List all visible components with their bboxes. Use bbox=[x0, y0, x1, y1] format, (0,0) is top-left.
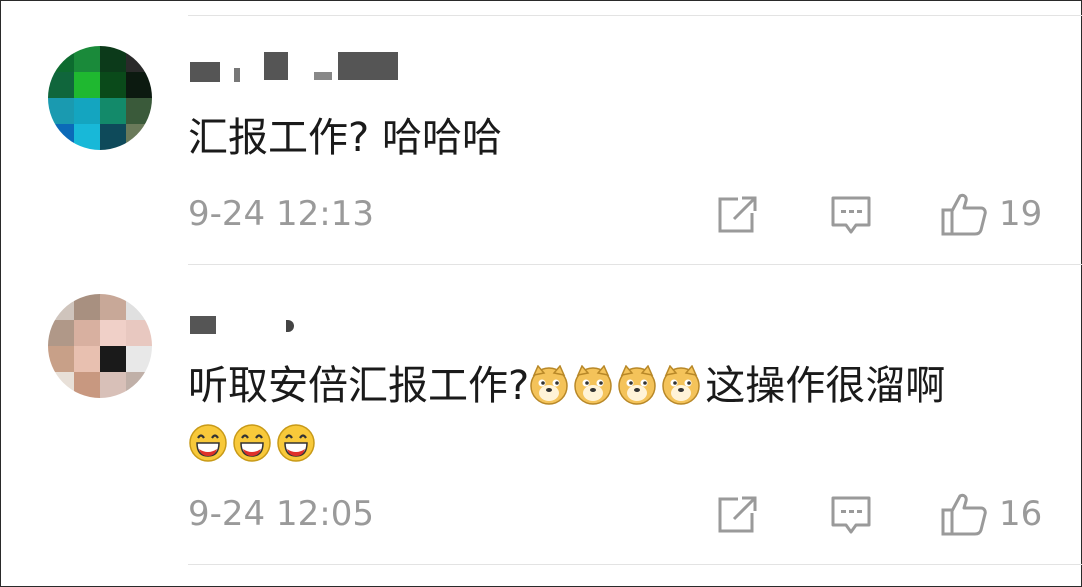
avatar-pixel bbox=[100, 320, 126, 346]
share-button[interactable] bbox=[716, 195, 758, 235]
laugh-emoji bbox=[277, 424, 315, 462]
avatar-pixel bbox=[74, 72, 100, 98]
avatar-pixel bbox=[48, 372, 74, 398]
avatar-pixel bbox=[74, 46, 100, 72]
comment-time: 9-24 12:13 bbox=[188, 194, 374, 234]
like-button[interactable]: 19 bbox=[941, 192, 1042, 236]
avatar-pixel bbox=[48, 320, 74, 346]
comment-text: 听取安倍汇报工作? 这操作很溜啊 bbox=[188, 358, 945, 414]
doge-emoji bbox=[530, 365, 568, 405]
avatar[interactable] bbox=[48, 46, 152, 150]
comment-button[interactable] bbox=[830, 195, 872, 237]
thumbs-up-icon bbox=[941, 493, 987, 536]
avatar-pixel bbox=[74, 98, 100, 124]
screenshot-frame bbox=[0, 0, 1082, 587]
divider-middle bbox=[188, 264, 1082, 265]
avatar-pixel bbox=[48, 294, 74, 320]
comment-icon bbox=[831, 496, 871, 534]
avatar-pixel bbox=[126, 98, 152, 124]
avatar-pixel bbox=[74, 294, 100, 320]
avatar-pixel bbox=[126, 46, 152, 72]
comment-text-content: 汇报工作? 哈哈哈 bbox=[188, 115, 502, 161]
comment-icon bbox=[831, 196, 871, 234]
share-button[interactable] bbox=[716, 495, 758, 535]
avatar-pixel bbox=[126, 124, 152, 150]
like-count: 16 bbox=[999, 494, 1043, 534]
thumbs-up-icon bbox=[941, 193, 987, 236]
like-button[interactable]: 16 bbox=[941, 492, 1042, 536]
share-icon bbox=[718, 496, 757, 533]
avatar[interactable] bbox=[48, 294, 152, 398]
avatar-pixel bbox=[100, 294, 126, 320]
comment-button[interactable] bbox=[830, 495, 872, 537]
avatar-pixel bbox=[74, 346, 100, 372]
comment-text-line2 bbox=[188, 416, 320, 472]
share-icon bbox=[718, 196, 757, 233]
avatar-pixel bbox=[74, 372, 100, 398]
comment-time: 9-24 12:05 bbox=[188, 494, 374, 534]
avatar-pixel bbox=[126, 72, 152, 98]
avatar-pixel bbox=[48, 124, 74, 150]
comment-text: 汇报工作? 哈哈哈 bbox=[188, 110, 502, 166]
like-count: 19 bbox=[999, 194, 1043, 234]
avatar-pixel bbox=[100, 124, 126, 150]
avatar-pixel bbox=[48, 346, 74, 372]
avatar-pixel bbox=[126, 320, 152, 346]
avatar-pixel bbox=[100, 72, 126, 98]
avatar-pixel bbox=[126, 346, 152, 372]
avatar-pixel bbox=[100, 46, 126, 72]
avatar-pixel bbox=[100, 372, 126, 398]
laugh-emoji bbox=[189, 424, 227, 462]
avatar-pixel bbox=[126, 294, 152, 320]
comment-text-suffix: 这操作很溜啊 bbox=[705, 363, 946, 409]
avatar-pixel bbox=[74, 320, 100, 346]
avatar-pixel bbox=[100, 346, 126, 372]
doge-emoji bbox=[618, 365, 656, 405]
avatar-pixel bbox=[48, 72, 74, 98]
doge-emoji bbox=[662, 365, 700, 405]
avatar-pixel bbox=[48, 46, 74, 72]
doge-emoji bbox=[574, 365, 612, 405]
avatar-pixel bbox=[74, 124, 100, 150]
laugh-emoji bbox=[233, 424, 271, 462]
divider-bottom bbox=[188, 564, 1082, 565]
divider-top bbox=[188, 15, 1082, 16]
comment-text-content: 听取安倍汇报工作? bbox=[188, 363, 530, 409]
avatar-pixel bbox=[48, 98, 74, 124]
avatar-pixel bbox=[126, 372, 152, 398]
avatar-pixel bbox=[100, 98, 126, 124]
